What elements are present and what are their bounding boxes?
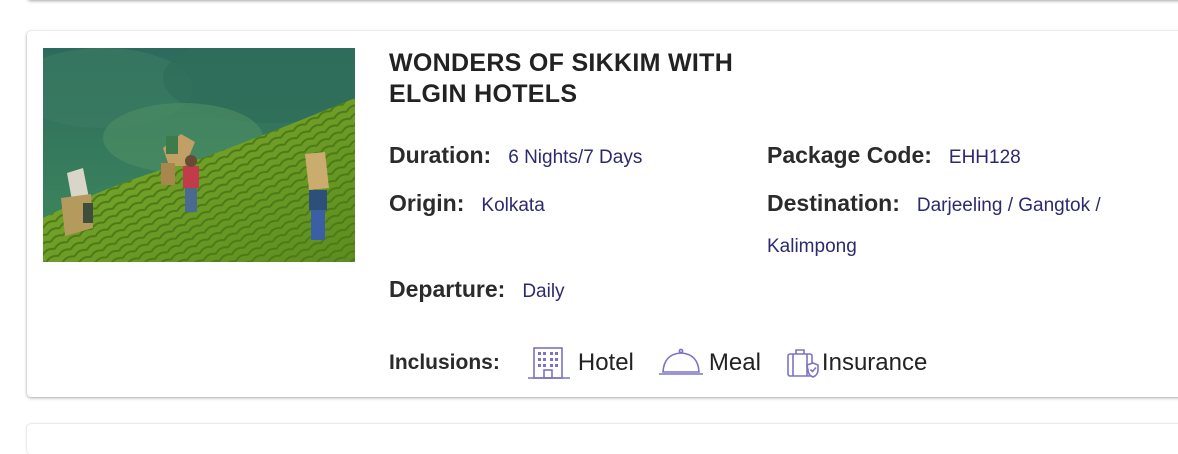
inclusion-hotel: Hotel (526, 346, 634, 380)
inclusion-insurance: Insurance (785, 347, 927, 379)
inclusion-hotel-label: Hotel (577, 349, 634, 376)
meal-cloche-icon (658, 348, 703, 375)
package-title[interactable]: WONDERS OF SIKKIM WITH ELGIN HOTELS (389, 48, 809, 110)
inclusion-meal-label: Meal (708, 349, 761, 376)
insurance-luggage-icon (787, 349, 819, 378)
destination-field: Destination: Darjeeling / Gangtok / Kalim… (767, 184, 1167, 266)
duration-field: Duration: 6 Nights/7 Days (389, 136, 642, 177)
inclusions-label: Inclusions: (389, 351, 500, 374)
origin-label: Origin: (389, 190, 465, 216)
duration-label: Duration: (389, 142, 492, 168)
hotel-building-icon (527, 347, 570, 379)
departure-field: Departure: Daily (389, 270, 565, 311)
package-card: WONDERS OF SIKKIM WITH ELGIN HOTELS Dura… (27, 31, 1178, 397)
package-code-value: EHH128 (948, 147, 1021, 168)
destination-label: Destination: (767, 190, 900, 216)
origin-value: Kolkata (481, 195, 545, 216)
inclusion-meal: Meal (658, 347, 761, 379)
package-thumbnail[interactable] (43, 48, 355, 262)
duration-value: 6 Nights/7 Days (508, 147, 643, 168)
departure-label: Departure: (389, 276, 506, 302)
package-code-label: Package Code: (767, 142, 932, 168)
package-code-field: Package Code: EHH128 (767, 136, 1021, 177)
inclusions-row: Inclusions: Hotel Meal Insurance (389, 343, 951, 383)
departure-value: Daily (522, 281, 565, 302)
origin-field: Origin: Kolkata (389, 184, 545, 225)
inclusion-insurance-label: Insurance (821, 349, 928, 376)
